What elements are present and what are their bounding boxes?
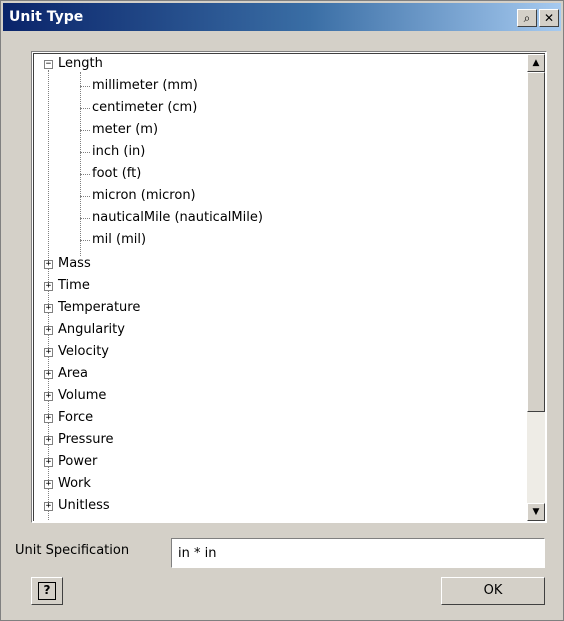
expander-plus-icon[interactable]: + xyxy=(44,304,53,313)
expander-minus-icon[interactable]: − xyxy=(44,60,53,69)
tree-line xyxy=(80,240,90,241)
tree-leaf-unit[interactable]: micron (micron) xyxy=(92,186,196,206)
ok-button[interactable]: OK xyxy=(441,577,545,605)
tree-node-velocity[interactable]: Velocity xyxy=(58,342,109,362)
vertical-scrollbar[interactable]: ▲ ▼ xyxy=(527,54,545,521)
expander-plus-icon[interactable]: + xyxy=(44,392,53,401)
tree-leaf-unit[interactable]: mil (mil) xyxy=(92,230,146,250)
tree-line xyxy=(48,70,49,521)
unit-tree-view[interactable]: − Length millimeter (mm) centimeter (cm) m… xyxy=(31,51,547,523)
tree-node-pressure[interactable]: Pressure xyxy=(58,430,114,450)
tree-leaf-unit[interactable]: inch (in) xyxy=(92,142,145,162)
expander-plus-icon[interactable]: + xyxy=(44,348,53,357)
expander-plus-icon[interactable]: + xyxy=(44,436,53,445)
tree-node-volume[interactable]: Volume xyxy=(58,386,106,406)
tree-line xyxy=(80,130,90,131)
arrow-down-icon: ▼ xyxy=(532,507,540,517)
pin-button[interactable]: ⌕ xyxy=(517,9,537,27)
scroll-down-button[interactable]: ▼ xyxy=(527,503,545,521)
expander-plus-icon[interactable]: + xyxy=(44,260,53,269)
tree-node-force[interactable]: Force xyxy=(58,408,93,428)
tree-node-mass[interactable]: Mass xyxy=(58,254,91,274)
tree-leaf-unit[interactable]: nauticalMile (nauticalMile) xyxy=(92,208,263,228)
arrow-up-icon: ▲ xyxy=(532,58,540,68)
close-icon: ✕ xyxy=(543,11,555,25)
expander-plus-icon[interactable]: + xyxy=(44,326,53,335)
pin-icon: ⌕ xyxy=(523,11,531,25)
tree-line xyxy=(80,174,90,175)
close-button[interactable]: ✕ xyxy=(539,9,559,27)
expander-plus-icon[interactable]: + xyxy=(44,458,53,467)
expander-plus-icon[interactable]: + xyxy=(44,480,53,489)
tree-content: − Length millimeter (mm) centimeter (cm) m… xyxy=(34,54,524,521)
tree-node-unitless[interactable]: Unitless xyxy=(58,496,110,516)
tree-node-area[interactable]: Area xyxy=(58,364,88,384)
tree-node-time[interactable]: Time xyxy=(58,276,90,296)
dialog-title: Unit Type xyxy=(9,9,84,25)
tree-node-power[interactable]: Power xyxy=(58,452,97,472)
tree-line xyxy=(80,108,90,109)
tree-line xyxy=(80,152,90,153)
tree-node-angularity[interactable]: Angularity xyxy=(58,320,125,340)
scroll-thumb[interactable] xyxy=(527,72,545,412)
tree-line xyxy=(80,72,81,256)
tree-leaf-unit[interactable]: meter (m) xyxy=(92,120,158,140)
unit-specification-label: Unit Specification xyxy=(15,543,130,558)
title-bar: Unit Type ⌕ ✕ xyxy=(3,3,561,31)
tree-line xyxy=(80,86,90,87)
scroll-up-button[interactable]: ▲ xyxy=(527,54,545,72)
unit-type-dialog: Unit Type ⌕ ✕ − Length millimeter (mm) ce… xyxy=(0,0,564,621)
tree-node-work[interactable]: Work xyxy=(58,474,91,494)
tree-line xyxy=(80,218,90,219)
help-icon: ? xyxy=(38,582,56,600)
expander-plus-icon[interactable]: + xyxy=(44,282,53,291)
tree-line xyxy=(80,196,90,197)
tree-leaf-unit[interactable]: millimeter (mm) xyxy=(92,76,198,96)
tree-leaf-unit[interactable]: centimeter (cm) xyxy=(92,98,197,118)
tree-node-temperature[interactable]: Temperature xyxy=(58,298,140,318)
expander-plus-icon[interactable]: + xyxy=(44,414,53,423)
tree-node-length[interactable]: Length xyxy=(58,54,103,74)
expander-plus-icon[interactable]: + xyxy=(44,502,53,511)
tree-leaf-unit[interactable]: foot (ft) xyxy=(92,164,141,184)
help-button[interactable]: ? xyxy=(31,577,63,605)
unit-specification-input[interactable] xyxy=(171,538,545,568)
expander-plus-icon[interactable]: + xyxy=(44,370,53,379)
